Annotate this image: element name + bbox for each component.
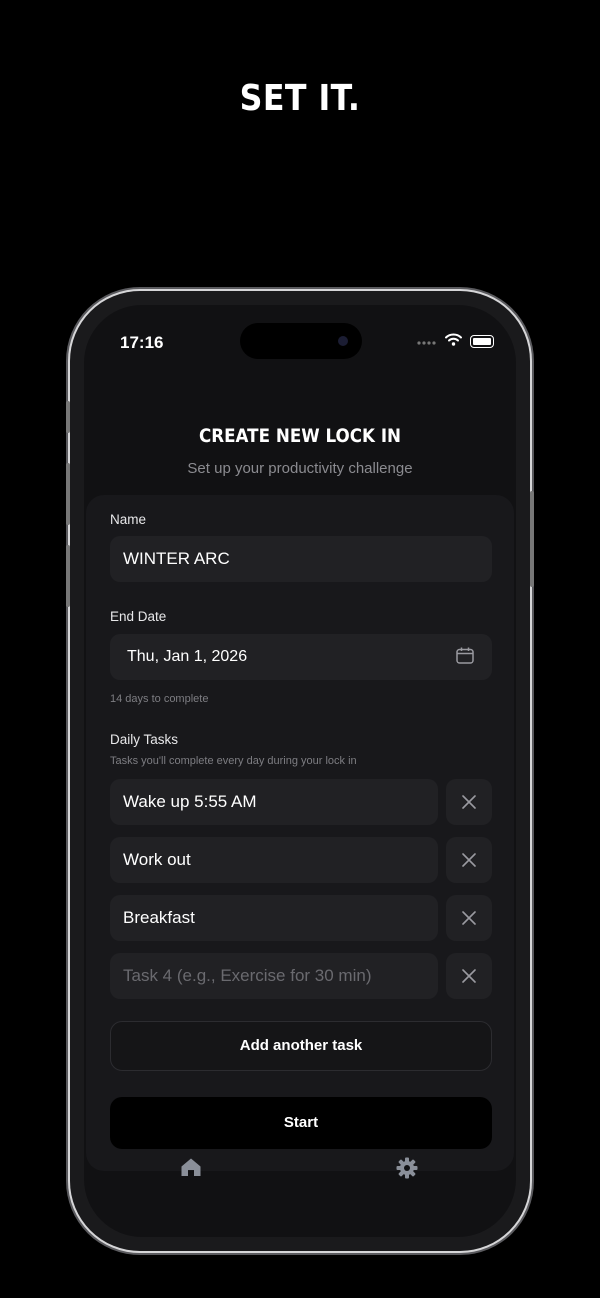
close-icon bbox=[462, 969, 476, 983]
close-icon bbox=[462, 795, 476, 809]
headline: SET IT. bbox=[239, 78, 361, 119]
home-icon[interactable] bbox=[180, 1157, 202, 1177]
task-input-1[interactable]: Wake up 5:55 AM bbox=[110, 779, 438, 825]
task-input-3[interactable]: Breakfast bbox=[110, 895, 438, 941]
battery-icon bbox=[470, 334, 494, 348]
name-input[interactable]: WINTER ARC bbox=[110, 536, 492, 582]
end-date-picker[interactable]: Thu, Jan 1, 2026 bbox=[110, 634, 492, 680]
power-button bbox=[530, 491, 534, 587]
close-icon bbox=[462, 853, 476, 867]
phone-frame: 17:16 CREATE NEW LOCK IN Set up your pro… bbox=[66, 291, 534, 1251]
volume-up-button bbox=[66, 463, 70, 525]
cellular-signal-icon bbox=[417, 334, 437, 349]
action-button bbox=[66, 401, 70, 433]
end-date-hint: 14 days to complete bbox=[110, 693, 209, 705]
name-label: Name bbox=[110, 512, 147, 527]
add-task-button[interactable]: Add another task bbox=[110, 1021, 492, 1071]
page-subtitle: Set up your productivity challenge bbox=[187, 460, 413, 477]
end-date-value: Thu, Jan 1, 2026 bbox=[127, 648, 248, 665]
end-date-label: End Date bbox=[110, 609, 167, 624]
status-icons bbox=[417, 333, 494, 349]
volume-down-button bbox=[66, 545, 70, 607]
app-screen: 17:16 CREATE NEW LOCK IN Set up your pro… bbox=[84, 305, 516, 1237]
close-icon bbox=[462, 911, 476, 925]
remove-task-2-button[interactable] bbox=[446, 837, 492, 883]
status-time: 17:16 bbox=[120, 333, 164, 352]
form-card: Name WINTER ARC End Date Thu, Jan 1, 202… bbox=[86, 495, 514, 1171]
page-title: CREATE NEW LOCK IN bbox=[198, 425, 402, 447]
calendar-icon bbox=[456, 647, 474, 664]
dynamic-island bbox=[240, 323, 362, 359]
remove-task-1-button[interactable] bbox=[446, 779, 492, 825]
task-input-2[interactable]: Work out bbox=[110, 837, 438, 883]
remove-task-3-button[interactable] bbox=[446, 895, 492, 941]
daily-tasks-label: Daily Tasks bbox=[110, 732, 179, 747]
camera-icon bbox=[338, 336, 348, 346]
gear-icon[interactable] bbox=[396, 1157, 418, 1179]
start-button[interactable]: Start bbox=[110, 1097, 492, 1149]
wifi-icon bbox=[445, 333, 462, 349]
daily-tasks-hint: Tasks you'll complete every day during y… bbox=[110, 755, 357, 767]
remove-task-4-button[interactable] bbox=[446, 953, 492, 999]
task-input-4[interactable]: Task 4 (e.g., Exercise for 30 min) bbox=[110, 953, 438, 999]
